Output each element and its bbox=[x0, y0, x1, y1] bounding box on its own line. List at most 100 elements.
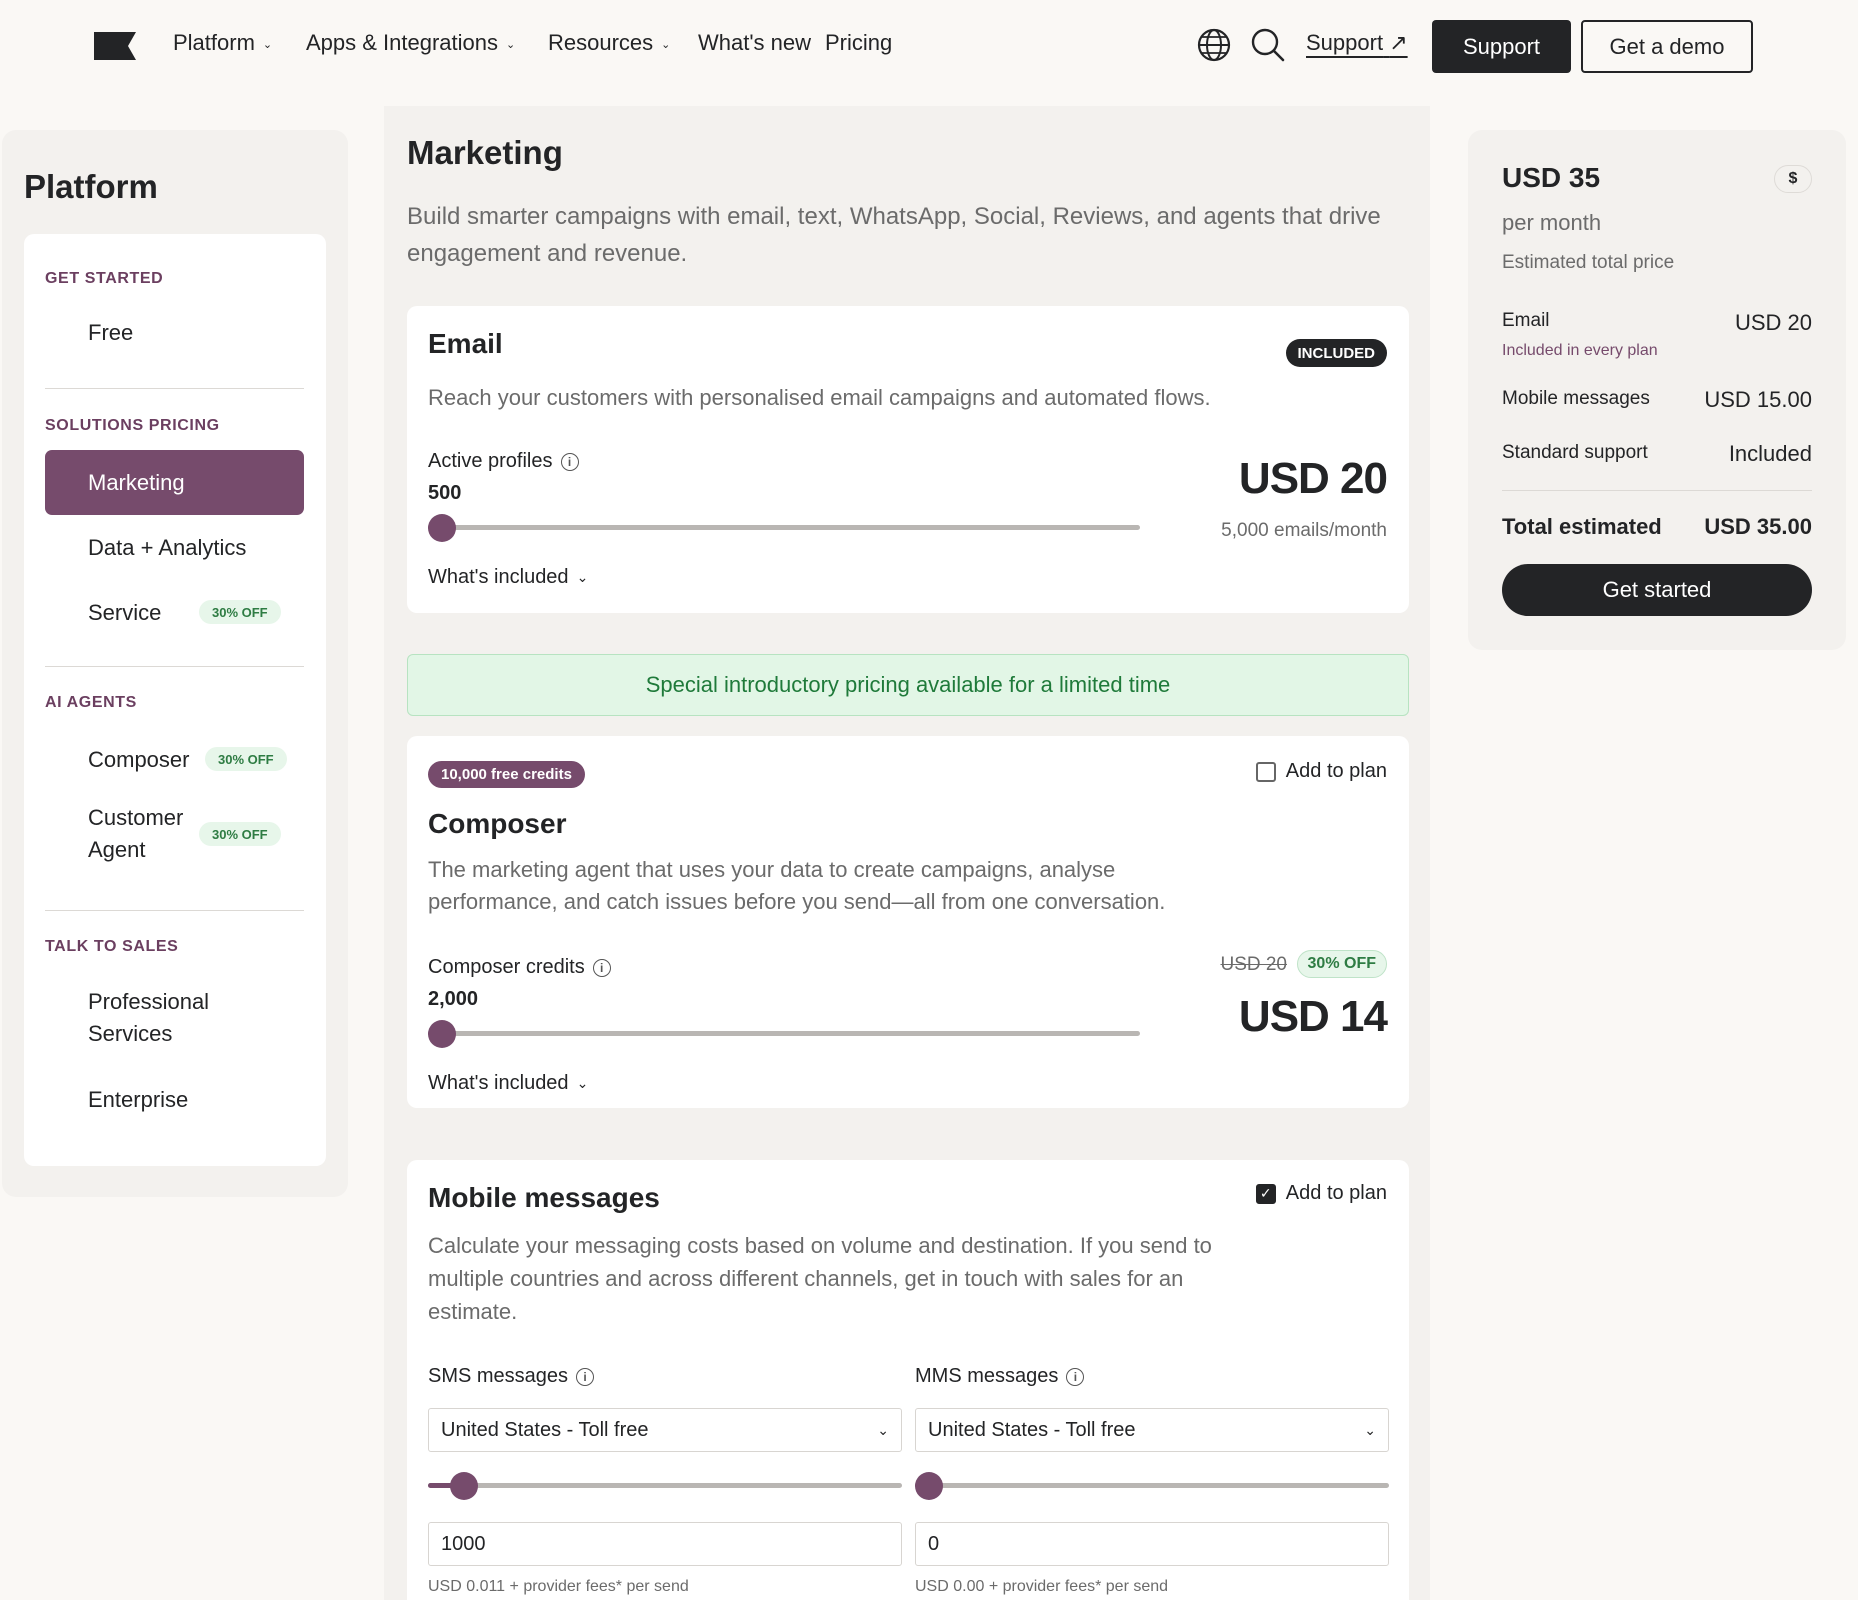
add-to-plan-label: Add to plan bbox=[1285, 1182, 1387, 1204]
summary-estimated-label: Estimated total price bbox=[1502, 252, 1675, 273]
nav-apps-integrations[interactable]: Apps & Integrations ⌄ bbox=[306, 30, 515, 56]
sidebar-item-label: Customer bbox=[88, 805, 184, 830]
sidebar-item-marketing[interactable]: Marketing bbox=[45, 450, 304, 515]
email-whats-included[interactable]: What's included ⌄ bbox=[428, 566, 588, 589]
mobile-add-to-plan[interactable]: ✓ Add to plan bbox=[1255, 1182, 1387, 1205]
mobile-description-line-2: multiple countries and across different … bbox=[428, 1266, 1184, 1291]
sms-label: SMS messages i bbox=[428, 1365, 595, 1388]
mms-volume-slider[interactable] bbox=[915, 1472, 1389, 1500]
active-profiles-label: Active profiles i bbox=[428, 450, 579, 473]
section-solutions-pricing: SOLUTIONS PRICING bbox=[45, 417, 220, 434]
sidebar-item-label: Service bbox=[88, 599, 162, 625]
email-price-note: 5,000 emails/month bbox=[1221, 520, 1387, 541]
checkbox-unchecked-icon[interactable] bbox=[1255, 761, 1276, 782]
summary-total-label: Total estimated bbox=[1502, 514, 1662, 539]
nav-platform[interactable]: Platform ⌄ bbox=[173, 30, 272, 56]
nav-resources[interactable]: Resources ⌄ bbox=[548, 30, 670, 56]
whats-included-label: What's included bbox=[428, 566, 569, 588]
slider-thumb[interactable] bbox=[915, 1472, 943, 1500]
sidebar-item-label: Agent bbox=[88, 837, 146, 862]
info-icon[interactable]: i bbox=[560, 452, 579, 471]
mms-fee-note: USD 0.00 + provider fees* per send bbox=[915, 1578, 1169, 1595]
composer-credits-label: Composer credits i bbox=[428, 956, 611, 979]
search-icon[interactable] bbox=[1250, 27, 1286, 63]
slider-thumb[interactable] bbox=[450, 1472, 478, 1500]
slider-thumb[interactable] bbox=[428, 1020, 456, 1048]
summary-divider bbox=[1502, 490, 1812, 491]
email-title: Email bbox=[428, 328, 503, 359]
nav-pricing[interactable]: Pricing bbox=[825, 30, 892, 56]
globe-icon[interactable] bbox=[1196, 27, 1232, 63]
sms-fee-note: USD 0.011 + provider fees* per send bbox=[428, 1578, 689, 1595]
summary-mobile-label: Mobile messages bbox=[1502, 388, 1650, 409]
composer-discount-badge: 30% OFF bbox=[1296, 950, 1387, 978]
pricing-main: Marketing Build smarter campaigns with e… bbox=[384, 106, 1430, 1600]
mms-label: MMS messages i bbox=[915, 1365, 1085, 1388]
summary-mobile-value: USD 15.00 bbox=[1704, 387, 1812, 412]
sidebar-item-label: Professional bbox=[88, 989, 210, 1014]
included-badge: INCLUDED bbox=[1285, 339, 1387, 367]
sidebar-item-label: Composer bbox=[88, 746, 190, 772]
sms-select-value: United States - Toll free bbox=[441, 1418, 649, 1441]
sidebar-menu: GET STARTED Free SOLUTIONS PRICING Marke… bbox=[24, 234, 326, 1166]
summary-total-value: USD 35.00 bbox=[1704, 514, 1812, 539]
support-button[interactable]: Support bbox=[1432, 20, 1571, 73]
composer-add-to-plan[interactable]: Add to plan bbox=[1255, 760, 1387, 783]
chevron-down-icon: ⌄ bbox=[576, 1075, 589, 1091]
info-icon[interactable]: i bbox=[1066, 1367, 1085, 1386]
composer-description-line-2: performance, and catch issues before you… bbox=[428, 889, 1166, 914]
info-icon[interactable]: i bbox=[592, 958, 611, 977]
email-description: Reach your customers with personalised e… bbox=[428, 385, 1211, 410]
composer-credits-text: Composer credits bbox=[428, 956, 585, 978]
platform-sidebar: Platform GET STARTED Free SOLUTIONS PRIC… bbox=[2, 130, 348, 1197]
nav-whats-new[interactable]: What's new bbox=[698, 30, 811, 56]
composer-whats-included[interactable]: What's included ⌄ bbox=[428, 1072, 588, 1095]
free-credits-badge: 10,000 free credits bbox=[428, 761, 585, 788]
support-link-label: Support bbox=[1306, 30, 1384, 55]
composer-credits-slider[interactable] bbox=[428, 1020, 1140, 1048]
mobile-messages-card: Mobile messages ✓ Add to plan Calculate … bbox=[407, 1160, 1409, 1600]
section-ai-agents: AI AGENTS bbox=[45, 694, 137, 711]
chevron-down-icon: ⌄ bbox=[877, 1421, 889, 1438]
sms-country-select[interactable]: United States - Toll free ⌄ bbox=[428, 1408, 902, 1452]
currency-dollar-icon[interactable]: $ bbox=[1774, 165, 1812, 193]
mms-quantity-input[interactable]: 0 bbox=[915, 1522, 1389, 1566]
get-a-demo-button[interactable]: Get a demo bbox=[1581, 20, 1753, 73]
discount-badge: 30% OFF bbox=[199, 600, 281, 624]
mms-country-select[interactable]: United States - Toll free ⌄ bbox=[915, 1408, 1389, 1452]
add-to-plan-label: Add to plan bbox=[1285, 760, 1387, 782]
summary-price: USD 35 bbox=[1502, 162, 1601, 193]
sidebar-item-label: Services bbox=[88, 1021, 173, 1046]
email-card: Email INCLUDED Reach your customers with… bbox=[407, 306, 1409, 613]
sms-volume-slider[interactable] bbox=[428, 1472, 902, 1500]
active-profiles-slider[interactable] bbox=[428, 514, 1140, 542]
info-icon[interactable]: i bbox=[576, 1367, 595, 1386]
get-started-button[interactable]: Get started bbox=[1502, 564, 1812, 616]
email-price: USD 20 bbox=[1238, 454, 1388, 503]
mobile-description-line-1: Calculate your messaging costs based on … bbox=[428, 1233, 1212, 1258]
sidebar-item-professional-services[interactable]: Professional Services bbox=[45, 978, 304, 1058]
slider-track bbox=[915, 1483, 1389, 1488]
page-subtitle: Build smarter campaigns with email, text… bbox=[407, 203, 1381, 267]
summary-support-value: Included bbox=[1728, 441, 1812, 466]
nav-pricing-label: Pricing bbox=[825, 30, 893, 55]
sidebar-item-enterprise[interactable]: Enterprise bbox=[45, 1067, 304, 1132]
top-navigation: Platform ⌄ Apps & Integrations ⌄ Resourc… bbox=[0, 0, 1858, 92]
sidebar-divider bbox=[45, 388, 304, 389]
mms-label-text: MMS messages bbox=[915, 1365, 1059, 1387]
brand-flag-logo[interactable] bbox=[94, 32, 136, 60]
support-link[interactable]: Support ↗ bbox=[1306, 30, 1408, 56]
sms-quantity-input[interactable]: 1000 bbox=[428, 1522, 902, 1566]
sidebar-item-free[interactable]: Free bbox=[45, 300, 304, 365]
chevron-down-icon: ⌄ bbox=[661, 38, 671, 51]
nav-apps-label: Apps & Integrations bbox=[306, 30, 499, 55]
mobile-messages-title: Mobile messages bbox=[428, 1182, 660, 1213]
composer-description-line-1: The marketing agent that uses your data … bbox=[428, 857, 1116, 882]
nav-whats-new-label: What's new bbox=[698, 30, 812, 55]
nav-platform-label: Platform bbox=[173, 30, 255, 55]
slider-thumb[interactable] bbox=[428, 514, 456, 542]
promo-banner: Special introductory pricing available f… bbox=[407, 654, 1409, 716]
checkbox-checked-icon[interactable]: ✓ bbox=[1255, 1183, 1276, 1204]
page-title: Marketing bbox=[407, 134, 563, 171]
sidebar-item-data-analytics[interactable]: Data + Analytics bbox=[45, 515, 304, 580]
